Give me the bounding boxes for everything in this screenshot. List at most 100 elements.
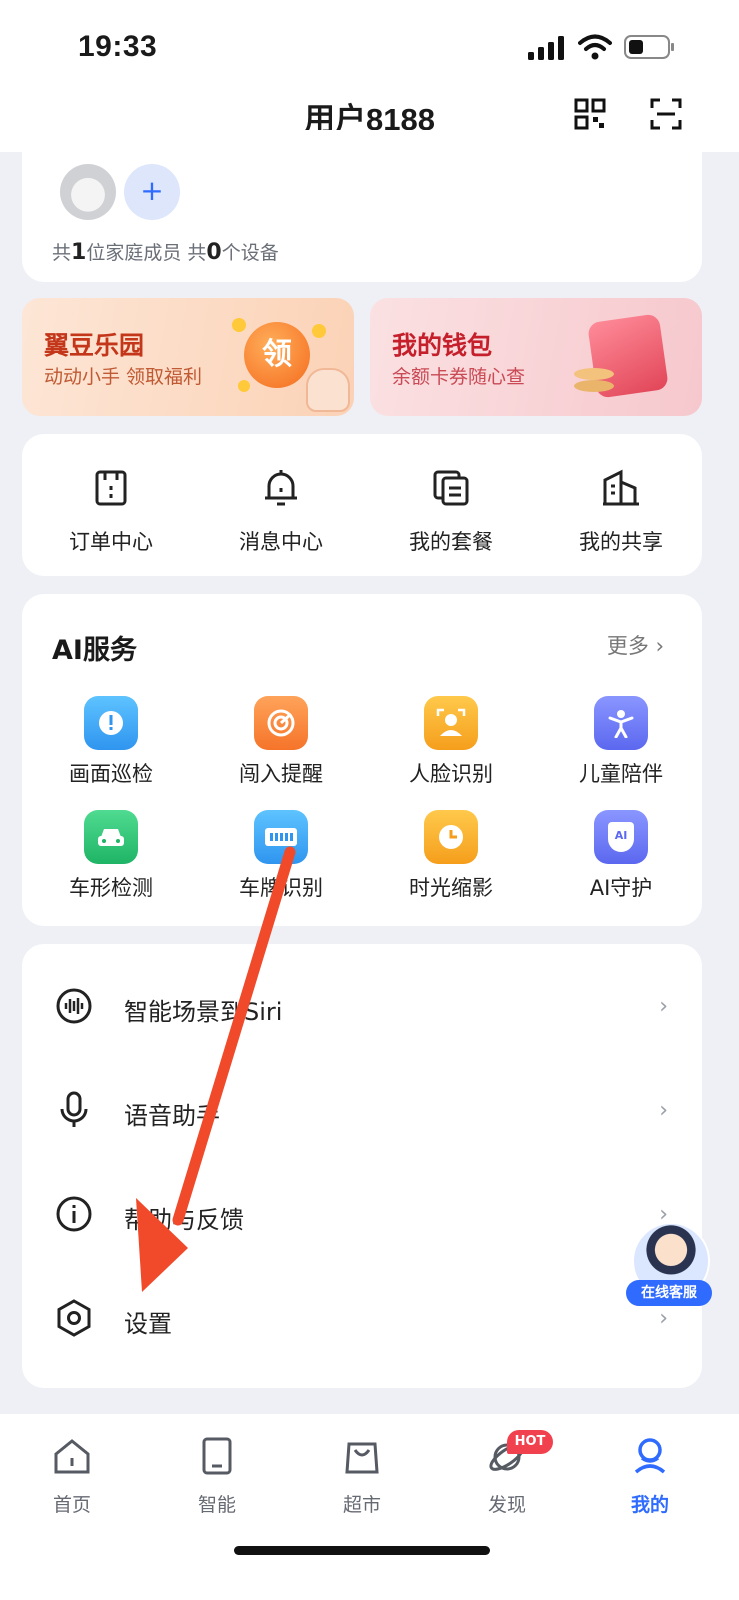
ai-services-card: AI服务 更多 › 画面巡检 闯入提醒 人脸识别 儿童陪伴 车形检测 车牌识别 (22, 594, 702, 926)
ai-label: AI守护 (589, 876, 653, 900)
bag-icon (345, 1442, 379, 1474)
ai-section-title: AI服务 (52, 635, 137, 666)
ai-label: 时光缩影 (409, 876, 493, 900)
ai-item-time-lapse[interactable]: 时光缩影 (366, 810, 536, 902)
ai-item-intrusion-alert[interactable]: 闯入提醒 (196, 696, 366, 788)
scan-icon[interactable] (650, 98, 682, 130)
list-item-label: 语音助手 (124, 1102, 220, 1130)
ai-item-ai-guard[interactable]: AI AI守护 (536, 810, 706, 902)
tab-label: 首页 (52, 1494, 91, 1516)
intrusion-icon (254, 696, 308, 750)
bean-icon (232, 318, 246, 332)
info-icon (56, 1196, 92, 1232)
chevron-right-icon: › (659, 1098, 668, 1123)
face-icon (424, 696, 478, 750)
tablet-icon (202, 1437, 232, 1475)
wifi-icon (578, 34, 612, 60)
promo-subtitle: 余额卡券随心查 (392, 366, 526, 388)
plate-icon (254, 810, 308, 864)
quick-message-center[interactable]: 消息中心 (196, 468, 366, 556)
tab-market[interactable]: 超市 (312, 1436, 412, 1517)
mic-icon (60, 1091, 88, 1127)
shield-badge: AI (608, 822, 634, 852)
promo-my-wallet[interactable]: 我的钱包 余额卡券随心查 (370, 298, 702, 416)
list-item-siri-scenes[interactable]: 智能场景到Siri › (22, 956, 702, 1060)
tab-label: 超市 (342, 1494, 381, 1516)
tab-label: 智能 (197, 1494, 236, 1516)
profile-icon (634, 1438, 666, 1474)
coin-icon (574, 380, 614, 392)
ai-more-link[interactable]: 更多 › (607, 630, 664, 660)
quick-label: 消息中心 (239, 530, 323, 554)
quick-label: 订单中心 (69, 530, 153, 554)
member-avatar[interactable] (60, 164, 116, 220)
home-icon (54, 1439, 90, 1474)
status-time: 19:33 (78, 30, 158, 63)
package-icon (433, 470, 469, 506)
tab-smart[interactable]: 智能 (167, 1436, 267, 1517)
bell-icon (265, 470, 297, 506)
ai-item-vehicle-detection[interactable]: 车形检测 (26, 810, 196, 902)
tab-discover[interactable]: 发现 HOT (457, 1430, 557, 1517)
chevron-right-icon: › (659, 1306, 668, 1331)
ai-label: 车牌识别 (239, 876, 323, 900)
quick-access-card: 订单中心 消息中心 我的套餐 我的共享 (22, 434, 702, 576)
ai-label: 车形检测 (69, 876, 153, 900)
coin-icon (574, 368, 614, 380)
list-item-help-feedback[interactable]: 帮助与反馈 › (22, 1164, 702, 1268)
bean-icon (312, 324, 326, 338)
bean-icon (238, 380, 250, 392)
promo-subtitle: 动动小手 领取福利 (44, 366, 203, 388)
promo-title: 翼豆乐园 (44, 331, 145, 360)
ai-label: 闯入提醒 (239, 762, 323, 786)
ai-item-plate-recognition[interactable]: 车牌识别 (196, 810, 366, 902)
promo-title: 我的钱包 (392, 331, 493, 360)
list-item-label: 帮助与反馈 (124, 1206, 244, 1234)
settings-icon (57, 1299, 91, 1337)
ai-shield-icon: AI (594, 810, 648, 864)
ai-item-child-companion[interactable]: 儿童陪伴 (536, 696, 706, 788)
tab-label: 发现 (487, 1494, 526, 1516)
ai-label: 儿童陪伴 (579, 762, 663, 786)
quick-label: 我的套餐 (409, 530, 493, 554)
ai-item-screen-patrol[interactable]: 画面巡检 (26, 696, 196, 788)
clock-icon (424, 810, 478, 864)
quick-label: 我的共享 (579, 530, 663, 554)
list-item-label: 智能场景到Siri (124, 998, 283, 1026)
ai-label: 画面巡检 (69, 762, 153, 786)
alert-icon (84, 696, 138, 750)
order-icon (95, 470, 127, 506)
support-label: 在线客服 (626, 1280, 712, 1306)
car-icon (84, 810, 138, 864)
chevron-right-icon: › (655, 634, 664, 658)
quick-order-center[interactable]: 订单中心 (26, 468, 196, 556)
ai-item-face-recognition[interactable]: 人脸识别 (366, 696, 536, 788)
qr-code-icon[interactable] (574, 98, 606, 130)
list-item-label: 设置 (124, 1310, 172, 1338)
hand-icon (306, 368, 350, 412)
more-label: 更多 (606, 634, 649, 658)
share-icon (603, 469, 639, 506)
list-item-settings[interactable]: 设置 › (22, 1268, 702, 1372)
hot-badge: HOT (507, 1430, 553, 1454)
promo-yidou-park[interactable]: 翼豆乐园 动动小手 领取福利 领 (22, 298, 354, 416)
siri-icon (56, 988, 92, 1024)
chevron-right-icon: › (659, 994, 668, 1019)
tab-home[interactable]: 首页 (22, 1436, 122, 1517)
quick-my-share[interactable]: 我的共享 (536, 468, 706, 556)
signal-icon (528, 36, 564, 60)
family-summary: 共1位家庭成员 共0个设备 (52, 240, 279, 265)
battery-icon (624, 35, 674, 59)
child-icon (594, 696, 648, 750)
family-card: + 共1位家庭成员 共0个设备 (22, 130, 702, 282)
home-indicator (234, 1546, 490, 1555)
ai-label: 人脸识别 (409, 762, 493, 786)
quick-my-package[interactable]: 我的套餐 (366, 468, 536, 556)
tab-mine[interactable]: 我的 (600, 1436, 700, 1517)
list-item-voice-assistant[interactable]: 语音助手 › (22, 1060, 702, 1164)
claim-badge: 领 (244, 322, 310, 388)
online-support-button[interactable]: 在线客服 (626, 1222, 712, 1308)
add-member-button[interactable]: + (124, 164, 180, 220)
ai-row-2: 车形检测 车牌识别 时光缩影 AI AI守护 (26, 810, 706, 902)
tab-label: 我的 (630, 1494, 669, 1516)
